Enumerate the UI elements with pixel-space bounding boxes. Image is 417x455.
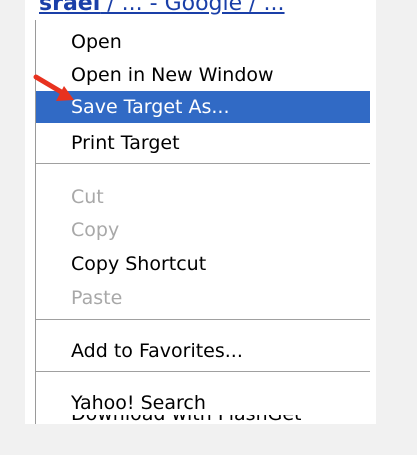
menu-separator xyxy=(36,163,370,164)
menu-item-print-target[interactable]: Print Target xyxy=(36,127,370,159)
menu-item-open-in-new-window[interactable]: Open in New Window xyxy=(36,59,370,91)
menu-item-cut: Cut xyxy=(71,186,104,208)
menu-item-copy-shortcut[interactable]: Copy Shortcut xyxy=(36,248,370,280)
menu-separator xyxy=(36,319,370,320)
menu-item-save-target-as[interactable]: Save Target As... xyxy=(36,91,370,123)
frame-bottom-strip xyxy=(0,424,417,455)
menu-item-add-to-favorites[interactable]: Add to Favorites... xyxy=(36,335,370,367)
frame-right-strip xyxy=(376,0,417,455)
menu-separator xyxy=(36,371,370,372)
menu-item-paste: Paste xyxy=(71,287,123,309)
screenshot-stage: srael / ... - Google / ... Open Open in … xyxy=(0,0,417,455)
page-link-text-part1: srael xyxy=(39,0,101,16)
context-menu: Open Open in New Window Save Target As..… xyxy=(35,20,370,424)
menu-item-partially-visible-label: Download with FlashGet xyxy=(36,415,370,424)
page-link-text-part2: / ... - Google / ... xyxy=(100,0,285,16)
page-link-text[interactable]: srael / ... - Google / ... xyxy=(39,0,369,19)
menu-item-copy: Copy xyxy=(71,219,120,241)
frame-left-strip xyxy=(0,0,25,455)
menu-item-open[interactable]: Open xyxy=(36,26,370,58)
menu-item-partially-visible[interactable]: Download with FlashGet xyxy=(36,415,370,424)
